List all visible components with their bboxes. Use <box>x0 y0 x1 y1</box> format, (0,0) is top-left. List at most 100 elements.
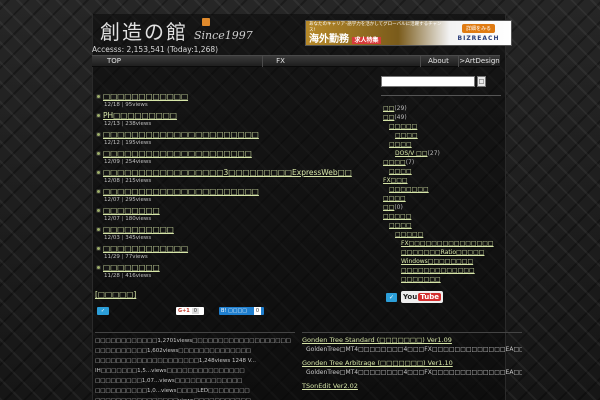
product-title[interactable]: Gonden Tree Standard (□□□□□□□) Ver1.09 <box>302 336 522 345</box>
category-link[interactable]: □□□□□□□□□□□□□ <box>401 267 475 274</box>
category-link[interactable]: □□□□□□□Ratio□□□□□ <box>401 249 484 256</box>
category-link[interactable]: □□□□ <box>383 195 406 202</box>
search-button[interactable]: □ <box>477 76 486 87</box>
category-item: DOS/V □□(27) <box>383 149 523 158</box>
post-date: 12/07 <box>104 197 120 203</box>
category-link[interactable]: □□ <box>383 105 394 112</box>
site-title[interactable]: 創造の館 <box>100 16 188 45</box>
banner-cta-button[interactable]: 詳細をみる <box>461 24 495 33</box>
category-item: □□□□□□□ <box>383 185 523 194</box>
site-since: Since1997 <box>194 29 253 42</box>
post-title[interactable]: □□□□□□□□□□□□□□□□□□□□□□ <box>103 130 259 139</box>
category-link[interactable]: □□□□ <box>395 132 418 139</box>
recent-post-link[interactable]: IH□□□□□□□1,5...views□□□□□□□□□□□□□□□ <box>95 366 295 376</box>
post-meta: 12/07 | 295views <box>104 197 152 203</box>
banner-ad[interactable]: あなたのキャリア･語学力を活かしてグローバルに活躍するチャンス! 海外勤務 求人… <box>305 20 512 46</box>
category-link[interactable]: DOS/V □□ <box>395 150 428 157</box>
bullet-icon <box>96 170 101 175</box>
category-item: □□□□ <box>383 140 523 149</box>
post-title[interactable]: □□□□□□□□ <box>103 206 160 215</box>
category-link[interactable]: Windows□□□□□□□□ <box>401 258 473 265</box>
category-link[interactable]: □□□□□□□ <box>401 276 441 283</box>
category-count: (49) <box>394 114 407 121</box>
nav-top[interactable]: TOP <box>92 56 136 67</box>
product-title[interactable]: Gonden Tree Arbitrage (□□□□□□□) Ver1.10 <box>302 359 522 368</box>
search-input[interactable] <box>381 76 475 87</box>
post-item: □□□□□□□□□□□□□□□□□□□□□□ 12/12 | 195views <box>96 130 366 147</box>
more-link[interactable]: [□□□□□] <box>95 290 136 299</box>
category-item: □□□□ <box>383 221 523 230</box>
product-title[interactable]: TSonEdit Ver2.02 <box>302 382 522 391</box>
banner-right: 詳細をみる BIZREACH <box>446 21 511 45</box>
post-title[interactable]: □□□□□□□□□□□□□□□□□□□□□ <box>103 149 252 158</box>
post-title-row: □□□□□□□□□□□□ <box>96 244 366 253</box>
post-date: 12/13 <box>104 121 120 127</box>
nav-about[interactable]: About <box>420 56 456 67</box>
recent-post-link[interactable]: □□□□□□□□□□□□□□□□□□□□1,248views 1248 V... <box>95 356 295 366</box>
rss-icon[interactable] <box>202 18 210 26</box>
recent-post-link[interactable]: □□□□□□□□□1,07...views□□□□□□□□□□□□□ <box>95 376 295 386</box>
category-item: □□□□ <box>383 131 523 140</box>
recent-post-link[interactable]: □□□□□□□□□□□□1,2701views□□□□□□□□□□□□□□□□□… <box>95 336 295 346</box>
youtube-icon[interactable]: You Tube <box>401 291 443 303</box>
category-link[interactable]: □□ <box>383 114 394 121</box>
youtube-you: You <box>403 293 418 301</box>
site-logo[interactable]: 創造の館 Since1997 <box>100 16 253 45</box>
bullet-icon <box>96 246 101 251</box>
share-hatena-button[interactable]: B! □□□□ 0 <box>219 307 264 315</box>
post-date: 12/18 <box>104 102 120 108</box>
product-description: GoldenTree□MT4□□□□□□□□4□□□FX□□□□□□□□□□□□… <box>306 369 522 376</box>
post-meta: 12/09 | 254views <box>104 159 152 165</box>
post-title[interactable]: □□□□□□□□ <box>103 263 160 272</box>
post-date: 11/29 <box>104 254 120 260</box>
category-link[interactable]: □□□□□□□ <box>389 186 429 193</box>
category-link[interactable]: □□□□ <box>383 159 406 166</box>
category-link[interactable]: □□□□ <box>389 168 412 175</box>
post-views: 195views <box>125 140 152 146</box>
access-counter: Accesss: 2,153,541 (Today:1,268) <box>92 45 219 54</box>
post-title[interactable]: □□□□□□□□□□□□□□□□□□□□□□ <box>103 187 259 196</box>
recent-post-link[interactable]: □□□□□□□□□□□□□□□□views□□□□□□□□□□□ <box>95 396 295 400</box>
share-twitter-button[interactable]: ✓ <box>97 307 109 315</box>
post-title[interactable]: □□□□□□□□□□□□ <box>103 92 188 101</box>
post-date: 12/08 <box>104 178 120 184</box>
category-link[interactable]: □□□□ <box>389 141 412 148</box>
post-title-row: □□□□□□□□□□□□□□□□□□□□□□ <box>96 187 366 196</box>
post-meta: 12/03 | 345views <box>104 235 152 241</box>
post-list: □□□□□□□□□□□□ 12/18 | 95views PH□□□□□□□□□ 12… <box>96 92 366 282</box>
category-link[interactable]: □□□□□ <box>389 123 417 130</box>
post-title-row: □□□□□□□□□□ <box>96 225 366 234</box>
recent-post-link[interactable]: □□□□□□□□□□1,602views□□□□□□□□□□□□□□ <box>95 346 295 356</box>
post-meta: 12/07 | 180views <box>104 216 152 222</box>
post-title-row: PH□□□□□□□□□ <box>96 111 366 120</box>
category-count: (7) <box>405 159 415 166</box>
category-link[interactable]: FX□□□ <box>383 177 408 184</box>
post-views: 215views <box>125 178 152 184</box>
post-title[interactable]: □□□□□□□□□□□□ <box>103 244 188 253</box>
post-title[interactable]: PH□□□□□□□□□ <box>103 111 177 120</box>
share-gplus-button[interactable]: G+1 0 <box>176 307 204 315</box>
recent-posts: □□□□□□□□□□□□1,2701views□□□□□□□□□□□□□□□□□… <box>95 332 295 400</box>
bullet-icon <box>96 94 101 99</box>
banner-main-text: 海外勤務 求人特集 <box>309 34 443 45</box>
nav-fx[interactable]: FX <box>262 56 298 67</box>
post-item: □□□□□□□□□□□□ 11/29 | 77views <box>96 244 366 261</box>
post-title-row: □□□□□□□□ <box>96 206 366 215</box>
category-link[interactable]: □□□□□ <box>395 231 423 238</box>
bullet-icon <box>96 113 101 118</box>
post-date: 12/07 <box>104 216 120 222</box>
post-item: □□□□□□□□□□□□□□□□□3□□□□□□□□□ExpressWeb□□ 1… <box>96 168 366 185</box>
post-views: 180views <box>125 216 152 222</box>
post-title[interactable]: □□□□□□□□□□□□□□□□□3□□□□□□□□□ExpressWeb□□ <box>103 168 352 177</box>
nav-artdesign[interactable]: >ArtDesign <box>458 56 500 67</box>
post-item: □□□□□□□□ 12/07 | 180views <box>96 206 366 223</box>
category-link[interactable]: □□□□□ <box>383 213 411 220</box>
recent-post-link[interactable]: □□□□□□□□□□1,0...views□□□□LED□□□□□□□□ <box>95 386 295 396</box>
category-link[interactable]: □□ <box>383 204 394 211</box>
post-title-row: □□□□□□□□□□□□□□□□□□□□□ <box>96 149 366 158</box>
post-title[interactable]: □□□□□□□□□□ <box>103 225 174 234</box>
twitter-icon[interactable]: ✓ <box>386 292 397 302</box>
category-link[interactable]: FX□□□□□□□□□□□□□□□ <box>401 240 494 247</box>
category-link[interactable]: □□□□ <box>389 222 412 229</box>
share-gplus-count: 0 <box>191 308 199 314</box>
